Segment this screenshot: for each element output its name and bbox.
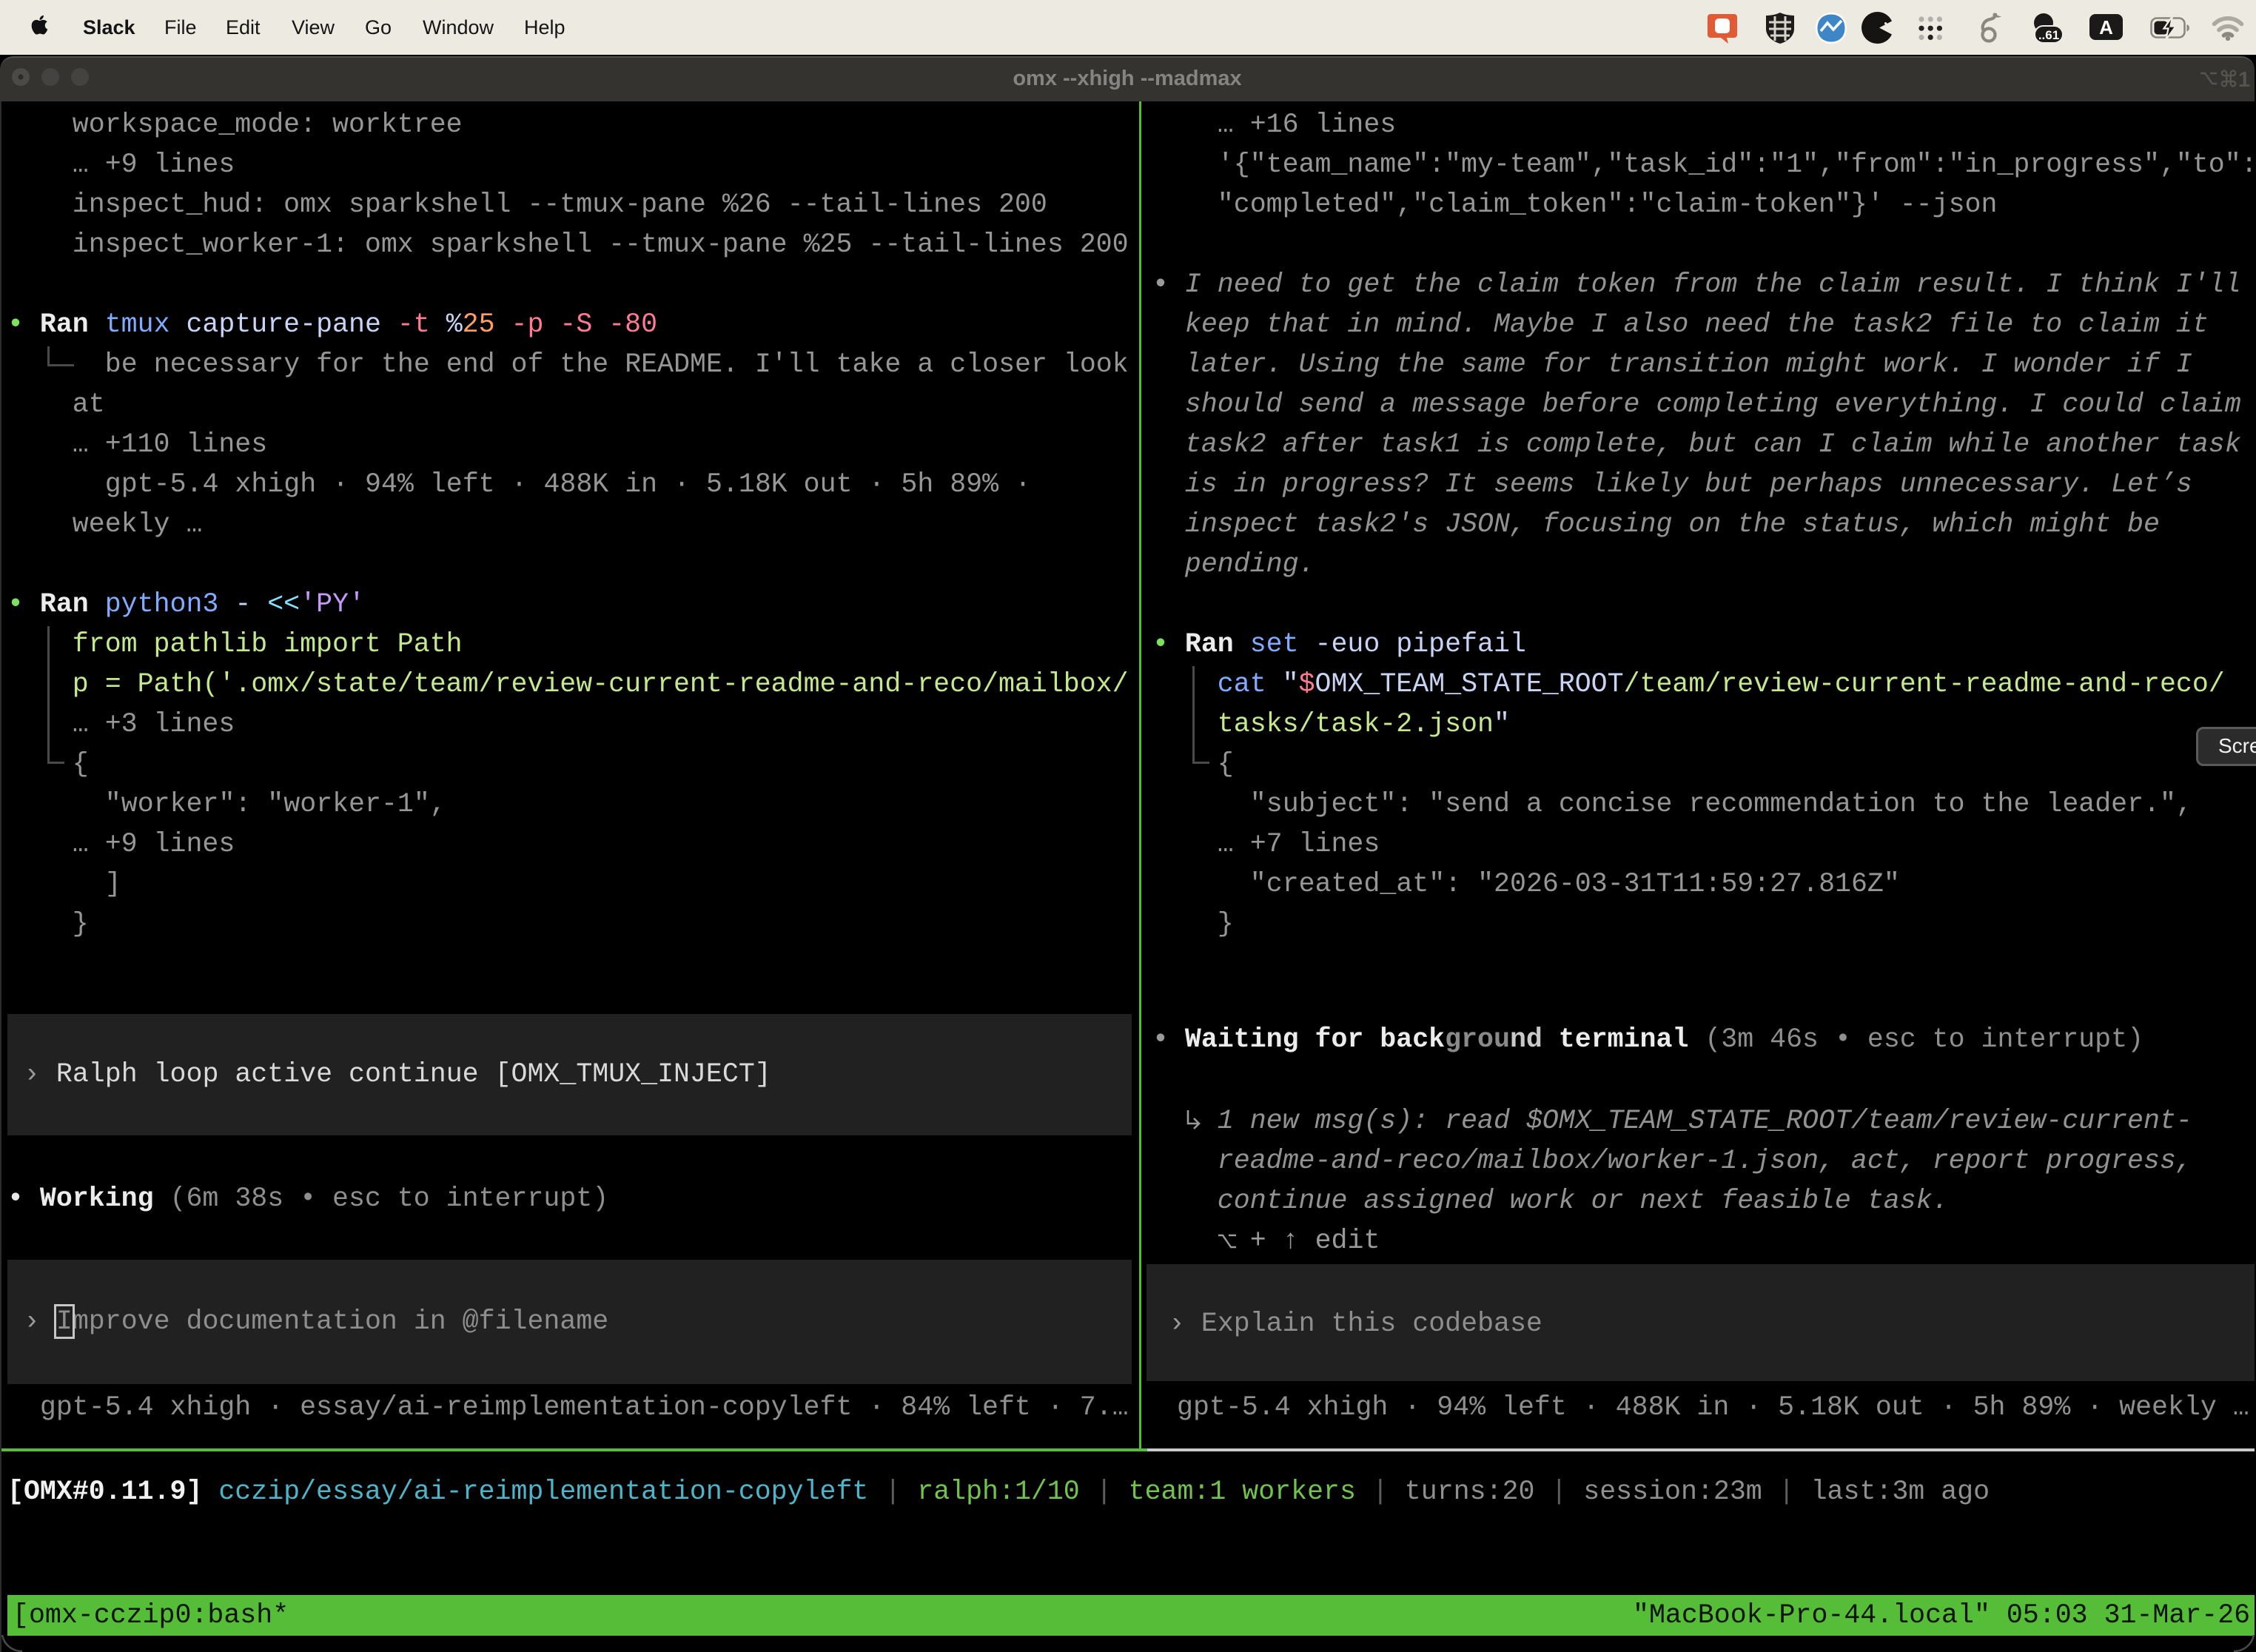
svg-text:A: A — [2099, 16, 2113, 38]
svg-text:..61: ..61 — [2038, 28, 2059, 42]
